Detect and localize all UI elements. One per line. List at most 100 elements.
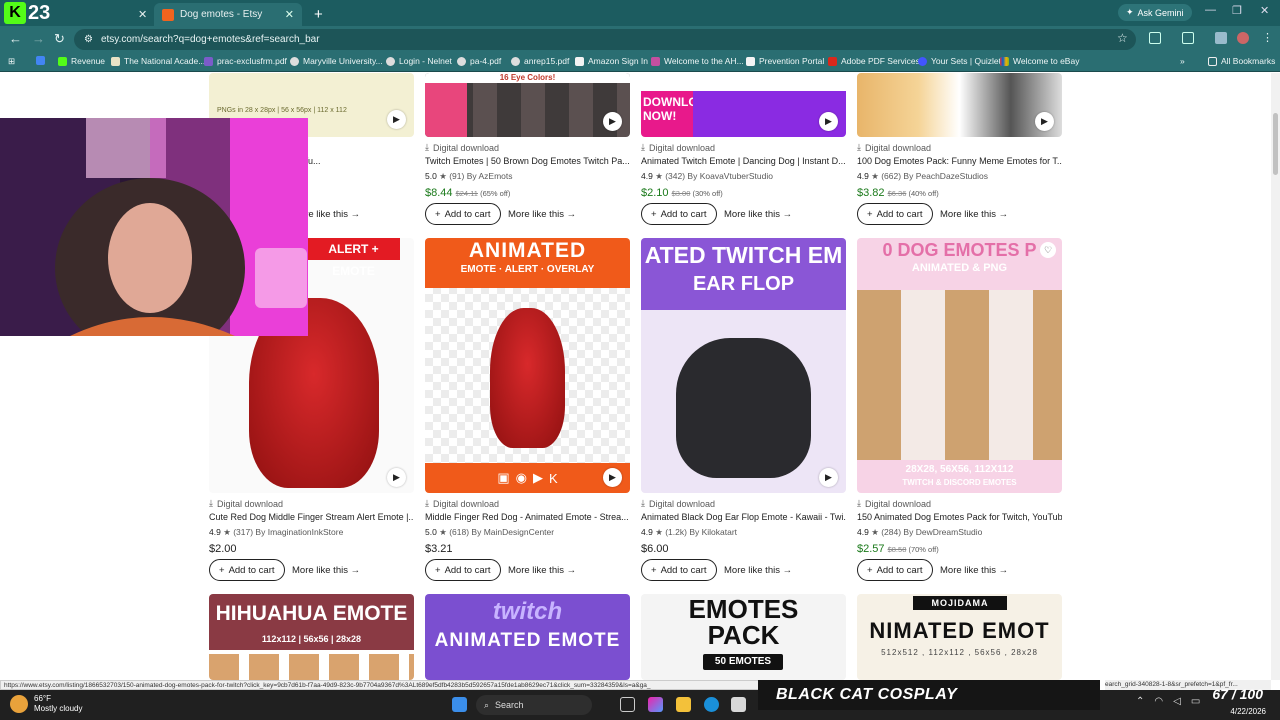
product-title[interactable]: Middle Finger Red Dog - Animated Emote -… (425, 512, 630, 522)
product-image[interactable]: DOWNLOAD NOW! ▶ (641, 73, 846, 137)
play-video-icon[interactable]: ▶ (1035, 112, 1054, 131)
edge-icon[interactable] (704, 697, 719, 712)
product-card[interactable]: 16 Eye Colors! ▶ ⤓ Digital download Twitc… (425, 73, 630, 233)
bookmark-item[interactable]: Welcome to the AH... (651, 56, 744, 66)
more-like-this-link[interactable]: More like this → (508, 559, 576, 581)
reload-icon[interactable]: ↻ (54, 31, 65, 47)
tray-chevron-icon[interactable]: ⌃ (1136, 696, 1144, 707)
shop-name[interactable]: By MainDesignCenter (471, 527, 554, 537)
extensions-puzzle-icon[interactable] (1215, 32, 1227, 44)
product-card[interactable]: 0 DOG EMOTES P ANIMATED & PNG 28X28, 56X… (857, 238, 1062, 588)
back-arrow-icon[interactable]: ← (9, 31, 22, 46)
shop-name[interactable]: By KoavaVtuberStudio (687, 171, 773, 181)
bookmark-item[interactable]: prac-exclusfrm.pdf (204, 56, 287, 66)
add-to-cart-button[interactable]: + Add to cart (641, 203, 717, 225)
all-bookmarks[interactable]: All Bookmarks (1208, 56, 1275, 66)
more-like-this-link[interactable]: More like this → (292, 559, 360, 581)
shop-name[interactable]: By Kilokatart (689, 527, 737, 537)
maximize-icon[interactable]: ❐ (1232, 4, 1242, 17)
add-to-cart-button[interactable]: + Add to cart (425, 203, 501, 225)
bookmark-item[interactable]: pa-4.pdf (457, 56, 501, 66)
favorite-heart-icon[interactable]: ♡ (1040, 242, 1056, 258)
close-tab-icon[interactable]: ✕ (285, 8, 294, 21)
taskbar-clock[interactable]: 4/22/2026 (1216, 695, 1266, 717)
weather-widget[interactable]: 66°F Mostly cloudy (10, 694, 82, 714)
copilot-icon[interactable] (648, 697, 663, 712)
add-to-cart-button[interactable]: + Add to cart (209, 559, 285, 581)
play-video-icon[interactable]: ▶ (603, 468, 622, 487)
bookmark-item[interactable]: The National Acade... (111, 56, 205, 66)
page-scrollbar[interactable] (1271, 73, 1280, 680)
bookmark-item[interactable]: Login - Nelnet (386, 56, 452, 66)
new-tab-button[interactable]: + (306, 3, 326, 26)
add-to-cart-button[interactable]: + Add to cart (425, 559, 501, 581)
product-image[interactable]: HIHUAHUA EMOTE 112x112 | 56x56 | 28x28 (209, 594, 414, 680)
ask-gemini-button[interactable]: ✦ Ask Gemini (1118, 4, 1192, 21)
extension-icon[interactable] (1149, 32, 1161, 44)
more-like-this-link[interactable]: More like this → (940, 559, 1008, 581)
close-prev-tab-icon[interactable]: ✕ (130, 3, 150, 26)
play-video-icon[interactable]: ▶ (819, 112, 838, 131)
product-title[interactable]: 100 Dog Emotes Pack: Funny Meme Emotes f… (857, 156, 1062, 166)
product-image[interactable]: ANIMATED EMOTE · ALERT · OVERLAY ▣ ◉ ▶ K ▶ (425, 238, 630, 493)
site-info-icon[interactable]: ⚙ (84, 34, 93, 45)
bookmark-item[interactable]: Your Sets | Quizlet (918, 56, 1001, 66)
cast-icon[interactable] (1182, 32, 1194, 44)
store-icon[interactable] (731, 697, 746, 712)
product-image[interactable]: 0 DOG EMOTES P ANIMATED & PNG 28X28, 56X… (857, 238, 1062, 493)
product-card[interactable]: ANIMATED EMOTE · ALERT · OVERLAY ▣ ◉ ▶ K ▶ … (425, 238, 630, 588)
minimize-icon[interactable]: — (1205, 4, 1216, 16)
product-title[interactable]: Twitch Emotes | 50 Brown Dog Emotes Twit… (425, 156, 630, 166)
bookmark-item[interactable]: Amazon Sign In (575, 56, 648, 66)
product-image[interactable]: EMOTES PACK 50 EMOTES (641, 594, 846, 680)
more-like-this-link[interactable]: More like this → (724, 203, 792, 225)
more-menu-icon[interactable]: ⋮ (1262, 31, 1273, 44)
apps-grid-icon[interactable]: ⊞ (8, 56, 15, 67)
product-title[interactable]: Cute Red Dog Middle Finger Stream Alert … (209, 512, 414, 522)
shop-name[interactable]: By ImaginationInkStore (255, 527, 343, 537)
product-image[interactable]: ▶ (857, 73, 1062, 137)
close-window-icon[interactable]: ✕ (1260, 4, 1269, 17)
product-card[interactable]: EMOTES PACK 50 EMOTES (641, 594, 846, 680)
wifi-icon[interactable]: ◠ (1154, 696, 1163, 707)
product-card[interactable]: twitch ANIMATED EMOTE (425, 594, 630, 680)
taskbar-search[interactable]: ⌕ Search (476, 695, 592, 715)
add-to-cart-button[interactable]: + Add to cart (857, 559, 933, 581)
play-video-icon[interactable]: ▶ (603, 112, 622, 131)
windows-start-icon[interactable] (452, 697, 467, 712)
bookmark-star-icon[interactable]: ☆ (1117, 31, 1128, 45)
product-image[interactable]: twitch ANIMATED EMOTE (425, 594, 630, 680)
battery-icon[interactable]: ▭ (1191, 696, 1200, 707)
play-video-icon[interactable]: ▶ (819, 468, 838, 487)
product-image[interactable]: ATED TWITCH EM EAR FLOP ▶ (641, 238, 846, 493)
tab-dog-emotes[interactable]: Dog emotes - Etsy ✕ (154, 3, 302, 26)
product-card[interactable]: MOJIDAMA NIMATED EMOT 512x512 , 112x112 … (857, 594, 1062, 680)
product-image[interactable]: MOJIDAMA NIMATED EMOT 512x512 , 112x112 … (857, 594, 1062, 680)
task-view-icon[interactable] (620, 697, 635, 712)
bookmark-item[interactable]: Revenue (58, 56, 105, 66)
bookmark-item[interactable]: Adobe PDF Services (828, 56, 920, 66)
product-title[interactable]: Animated Twitch Emote | Dancing Dog | In… (641, 156, 846, 166)
product-card[interactable]: ATED TWITCH EM EAR FLOP ▶ ⤓ Digital downl… (641, 238, 846, 588)
more-like-this-link[interactable]: More like this → (724, 559, 792, 581)
profile-avatar[interactable] (1237, 32, 1249, 44)
bookmark-item[interactable]: anrep15.pdf (511, 56, 569, 66)
product-title[interactable]: Animated Black Dog Ear Flop Emote - Kawa… (641, 512, 846, 522)
play-video-icon[interactable]: ▶ (387, 468, 406, 487)
product-card[interactable]: DOWNLOAD NOW! ▶ ⤓ Digital download Animat… (641, 73, 846, 233)
bookmarks-overflow-icon[interactable]: » (1180, 56, 1185, 66)
shop-name[interactable]: By DewDreamStudio (903, 527, 982, 537)
add-to-cart-button[interactable]: + Add to cart (857, 203, 933, 225)
bookmark-item[interactable]: Welcome to eBay (1000, 56, 1079, 66)
bookmark-item[interactable]: Prevention Portal (746, 56, 824, 66)
bookmark-item[interactable]: Maryville University... (290, 56, 383, 66)
scrollbar-thumb[interactable] (1273, 113, 1278, 175)
shop-name[interactable]: By PeachDazeStudios (903, 171, 988, 181)
play-video-icon[interactable]: ▶ (387, 110, 406, 129)
product-card[interactable]: HIHUAHUA EMOTE 112x112 | 56x56 | 28x28 (209, 594, 414, 680)
shop-name[interactable]: By AzEmots (467, 171, 513, 181)
product-card[interactable]: ▶ ⤓ Digital download 100 Dog Emotes Pack:… (857, 73, 1062, 233)
file-explorer-icon[interactable] (676, 697, 691, 712)
add-to-cart-button[interactable]: + Add to cart (641, 559, 717, 581)
volume-icon[interactable]: ◁ (1173, 696, 1181, 707)
